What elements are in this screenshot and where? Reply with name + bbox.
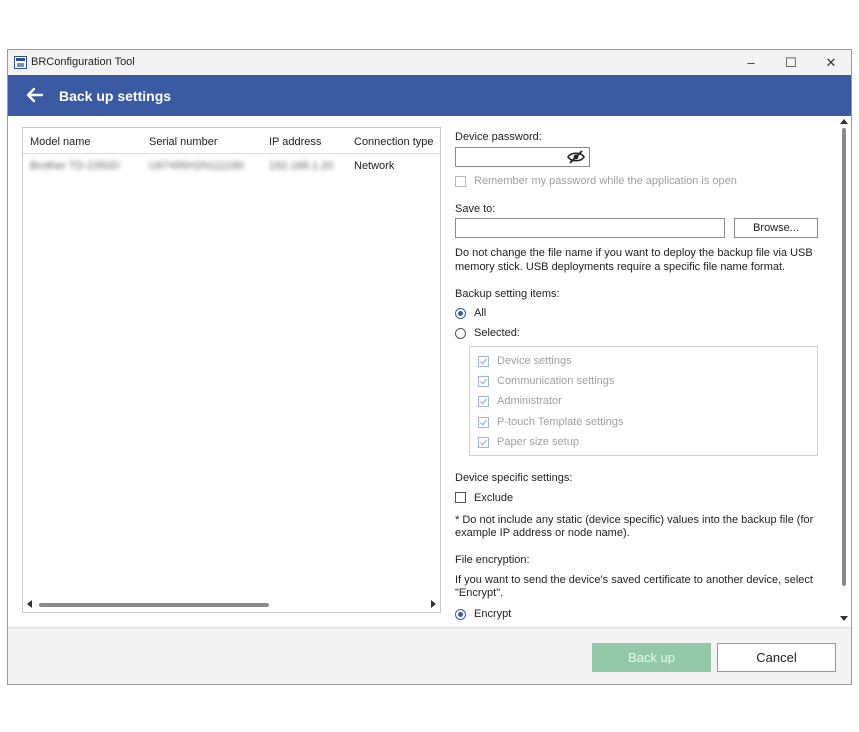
- radio-selected[interactable]: [455, 328, 466, 339]
- cell-ip: 192.168.1.20: [269, 160, 334, 172]
- file-encryption-label: File encryption:: [455, 554, 530, 566]
- save-hint-line-1: Do not change the file name if you want …: [455, 247, 813, 259]
- device-specific-note-line-2: example IP address or node name).: [455, 527, 630, 539]
- header-divider: [23, 153, 440, 154]
- column-header-serial[interactable]: Serial number: [149, 136, 217, 148]
- paper-size-checkbox[interactable]: [478, 437, 489, 448]
- arrow-left-icon[interactable]: [25, 85, 45, 105]
- encrypt-radio[interactable]: [455, 609, 466, 620]
- dialog-footer: Back up Cancel: [8, 627, 851, 684]
- cell-model: Brother TD-2350D: [30, 160, 120, 172]
- page-title: Back up settings: [59, 88, 172, 104]
- radio-all[interactable]: [455, 308, 466, 319]
- encryption-hint-line-2: "Encrypt".: [455, 587, 504, 599]
- communication-settings-checkbox[interactable]: [478, 376, 489, 387]
- save-to-input[interactable]: [455, 218, 725, 238]
- scroll-left-icon[interactable]: [27, 600, 32, 608]
- checkmark-icon: [480, 378, 487, 385]
- close-button[interactable]: ✕: [811, 50, 851, 75]
- maximize-button[interactable]: ☐: [771, 50, 811, 75]
- administrator-checkbox[interactable]: [478, 396, 489, 407]
- checkmark-icon: [480, 419, 487, 426]
- device-specific-label: Device specific settings:: [455, 472, 573, 484]
- horizontal-scrollbar[interactable]: [23, 596, 440, 612]
- app-window: BRConfiguration Tool – ☐ ✕ Back up setti…: [7, 49, 852, 685]
- cancel-button[interactable]: Cancel: [717, 643, 836, 672]
- device-table: Model name Serial number IP address Conn…: [22, 127, 441, 613]
- ptouch-template-checkbox[interactable]: [478, 417, 489, 428]
- scroll-down-icon[interactable]: [840, 616, 848, 621]
- remember-password-checkbox[interactable]: [455, 176, 466, 187]
- checkmark-icon: [480, 439, 487, 446]
- device-password-label: Device password:: [455, 131, 542, 143]
- save-hint-line-2: memory stick. USB deployments require a …: [455, 261, 786, 273]
- vertical-scrollbar[interactable]: [838, 116, 851, 627]
- exclude-checkbox[interactable]: [455, 492, 466, 503]
- scroll-right-icon[interactable]: [431, 600, 436, 608]
- window-title: BRConfiguration Tool: [31, 56, 135, 68]
- page-header: Back up settings: [8, 75, 851, 116]
- radio-all-label: All: [474, 307, 487, 319]
- remember-password-label: Remember my password while the applicati…: [474, 175, 737, 187]
- backup-button[interactable]: Back up: [592, 643, 711, 672]
- cell-connection: Network: [354, 160, 395, 172]
- checkmark-icon: [480, 398, 487, 405]
- save-to-label: Save to:: [455, 203, 496, 215]
- minimize-button[interactable]: –: [731, 50, 771, 75]
- scrollbar-thumb[interactable]: [842, 128, 846, 586]
- encryption-hint-line-1: If you want to send the device's saved c…: [455, 574, 813, 586]
- device-settings-checkbox[interactable]: [478, 356, 489, 367]
- content-area: Model name Serial number IP address Conn…: [8, 116, 851, 627]
- eye-hidden-icon[interactable]: [567, 150, 585, 164]
- checkmark-icon: [480, 358, 487, 365]
- device-specific-note-line-1: * Do not include any static (device spec…: [455, 514, 814, 526]
- column-header-ip[interactable]: IP address: [269, 136, 321, 148]
- device-settings-label: Device settings: [497, 355, 572, 367]
- administrator-label: Administrator: [497, 395, 562, 407]
- column-header-connection[interactable]: Connection type: [354, 136, 434, 148]
- backup-items-group: Device settings Communication settings A…: [469, 346, 818, 456]
- title-bar: BRConfiguration Tool – ☐ ✕: [8, 50, 851, 75]
- settings-panel: Device password: Remember my password wh…: [455, 116, 835, 627]
- app-icon: [14, 56, 27, 69]
- paper-size-label: Paper size setup: [497, 436, 579, 448]
- scrollbar-thumb[interactable]: [39, 603, 269, 607]
- cell-serial: U67495H2N111190: [149, 160, 244, 172]
- column-header-model[interactable]: Model name: [30, 136, 91, 148]
- backup-items-label: Backup setting items:: [455, 288, 560, 300]
- exclude-label: Exclude: [474, 492, 514, 504]
- browse-button[interactable]: Browse...: [734, 218, 818, 238]
- communication-settings-label: Communication settings: [497, 375, 615, 387]
- ptouch-template-label: P-touch Template settings: [497, 416, 624, 428]
- radio-selected-label: Selected:: [474, 327, 520, 339]
- device-password-input[interactable]: [455, 147, 590, 167]
- encrypt-label: Encrypt: [474, 608, 512, 620]
- scroll-up-icon[interactable]: [840, 119, 848, 124]
